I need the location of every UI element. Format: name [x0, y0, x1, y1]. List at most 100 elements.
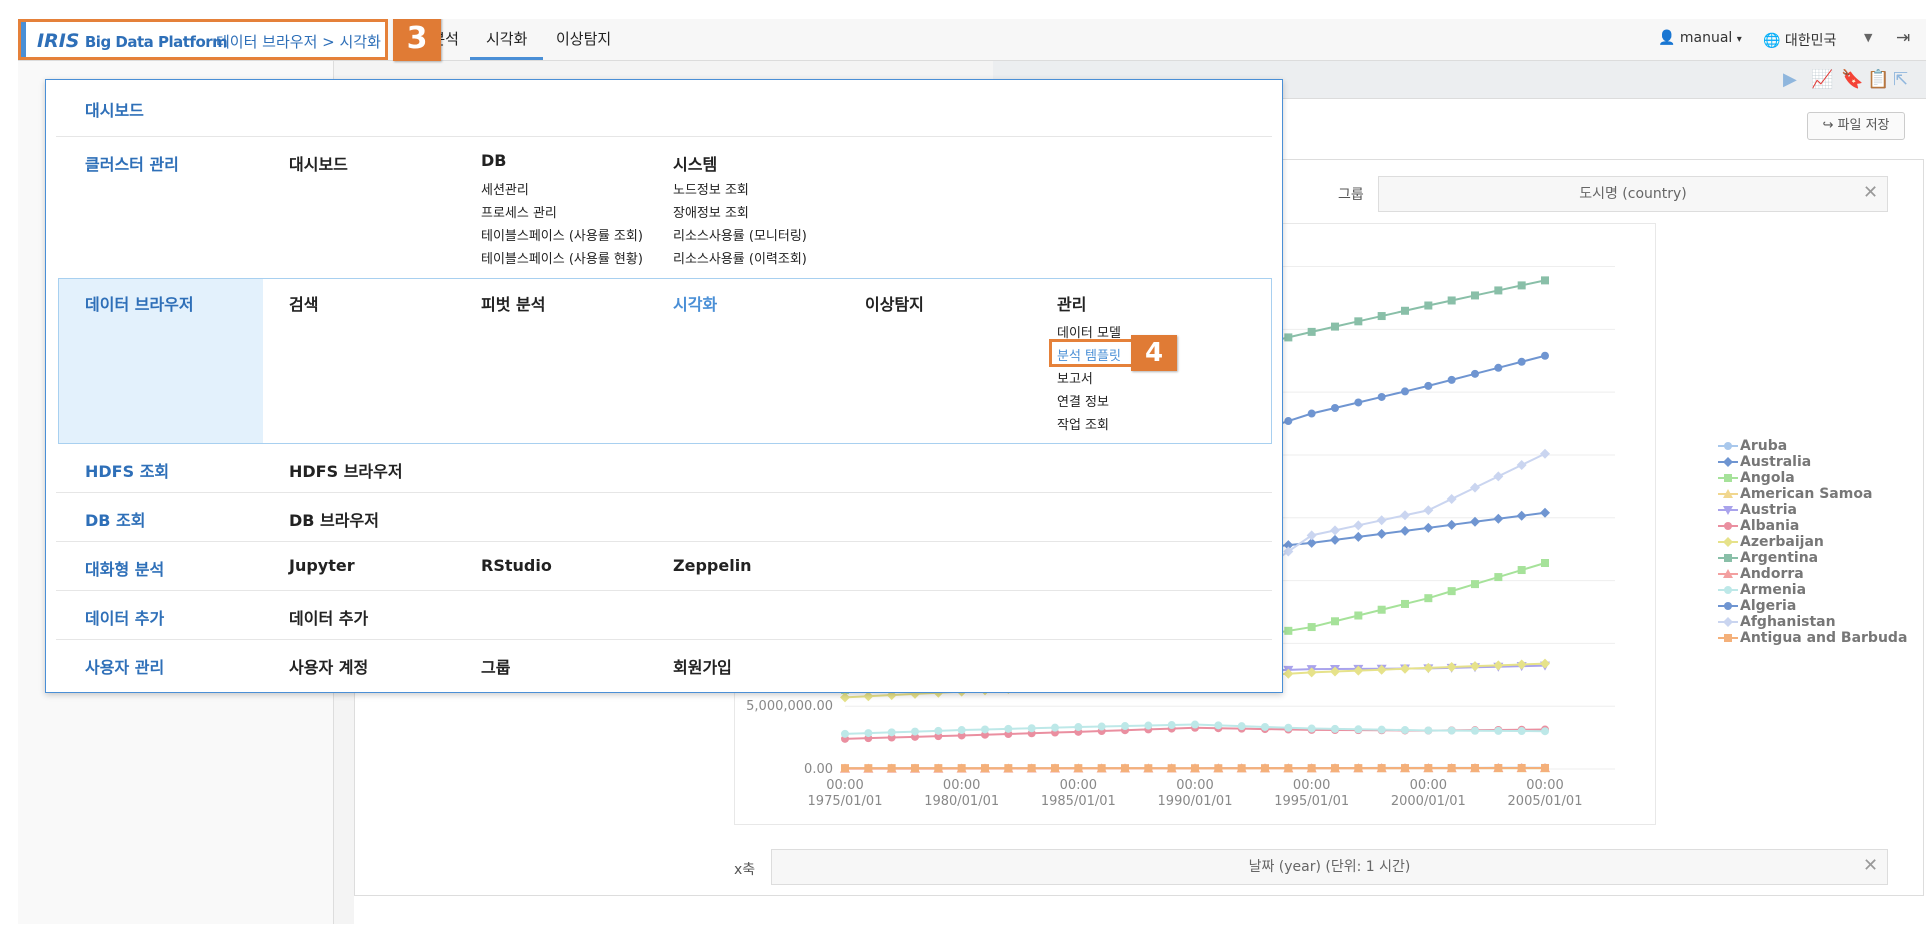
data-point[interactable] — [1121, 764, 1129, 773]
menu-db-visualization[interactable]: 시각화 — [673, 291, 717, 315]
data-point[interactable] — [1493, 660, 1504, 671]
data-point[interactable] — [1027, 724, 1036, 733]
data-point[interactable] — [1541, 763, 1549, 772]
data-point[interactable] — [1284, 333, 1293, 342]
data-point[interactable] — [1494, 764, 1503, 773]
close-icon[interactable]: ✕ — [1863, 855, 1878, 876]
data-point[interactable] — [1516, 659, 1527, 670]
data-point[interactable] — [1471, 291, 1479, 300]
data-point[interactable] — [981, 764, 989, 773]
menu-adddata[interactable]: 데이터 추가 — [289, 605, 368, 629]
data-point[interactable] — [1074, 764, 1083, 773]
data-point[interactable] — [1541, 276, 1549, 285]
data-point[interactable] — [1517, 357, 1526, 366]
data-point[interactable] — [1027, 764, 1036, 773]
data-point[interactable] — [1331, 764, 1339, 773]
menu-sub-tablespace-status[interactable]: 테이블스페이스 (사용률 현황) — [481, 248, 643, 267]
menu-db-browser[interactable]: DB 브라우저 — [289, 507, 379, 531]
data-point[interactable] — [934, 726, 943, 735]
menu-interactive-head[interactable]: 대화형 분석 — [85, 556, 164, 580]
data-point[interactable] — [1494, 286, 1503, 295]
data-point[interactable] — [1191, 720, 1199, 729]
data-point[interactable] — [1214, 764, 1223, 773]
data-point[interactable] — [1237, 764, 1246, 773]
data-point[interactable] — [1167, 764, 1176, 773]
menu-zeppelin[interactable]: Zeppelin — [673, 556, 752, 575]
data-point[interactable] — [1353, 520, 1364, 531]
data-point[interactable] — [911, 764, 919, 773]
data-point[interactable] — [1004, 764, 1013, 773]
data-point[interactable] — [1331, 322, 1339, 331]
clipboard-icon[interactable]: 📋 — [1867, 69, 1889, 90]
data-point[interactable] — [1447, 375, 1456, 384]
data-point[interactable] — [1446, 493, 1457, 504]
menu-sub-fault-info[interactable]: 장애정보 조회 — [673, 202, 749, 221]
data-point[interactable] — [1424, 381, 1433, 390]
menu-cluster-system[interactable]: 시스템 — [673, 151, 717, 175]
data-point[interactable] — [1470, 482, 1480, 493]
data-point[interactable] — [1493, 471, 1504, 482]
data-point[interactable] — [1377, 392, 1386, 401]
region-menu[interactable]: 🌐 대한민국 — [1763, 30, 1836, 50]
menu-db-anomaly[interactable]: 이상탐지 — [865, 291, 924, 315]
data-point[interactable] — [957, 726, 966, 735]
data-point[interactable] — [1354, 611, 1363, 620]
menu-sub-report[interactable]: 보고서 — [1057, 368, 1093, 387]
data-point[interactable] — [1446, 519, 1457, 530]
user-menu[interactable]: 👤 manual ▾ — [1658, 30, 1742, 46]
data-point[interactable] — [934, 764, 943, 773]
data-point[interactable] — [1144, 764, 1153, 773]
data-point[interactable] — [1516, 460, 1527, 471]
logo-breadcrumb-box[interactable]: IRIS Big Data Platform 데이터 브라우저 > 시각화 — [18, 19, 388, 60]
close-icon[interactable]: ✕ — [1863, 182, 1878, 203]
menu-databrowser-head[interactable]: 데이터 브라우저 — [85, 291, 194, 315]
menu-sub-process[interactable]: 프로세스 관리 — [481, 202, 557, 221]
data-point[interactable] — [1423, 522, 1434, 533]
data-point[interactable] — [957, 764, 966, 773]
data-point[interactable] — [1494, 573, 1503, 582]
menu-cluster-db[interactable]: DB — [481, 151, 506, 170]
chevron-down-icon[interactable]: ▼ — [1864, 31, 1872, 44]
data-point[interactable] — [1424, 764, 1433, 773]
data-point[interactable] — [1331, 403, 1339, 412]
menu-sub-resource-monitor[interactable]: 리소스사용률 (모니터링) — [673, 225, 807, 244]
data-point[interactable] — [1097, 722, 1106, 731]
data-point[interactable] — [841, 764, 849, 773]
data-point[interactable] — [1376, 528, 1387, 539]
data-point[interactable] — [1401, 764, 1409, 773]
data-point[interactable] — [1400, 510, 1410, 521]
data-point[interactable] — [1051, 723, 1059, 732]
bookmark-icon[interactable]: 🔖 — [1841, 69, 1863, 90]
menu-signup[interactable]: 회원가입 — [673, 654, 732, 678]
data-point[interactable] — [1097, 764, 1106, 773]
data-point[interactable] — [1400, 525, 1410, 536]
data-point[interactable] — [1284, 723, 1293, 732]
data-point[interactable] — [1401, 599, 1409, 608]
data-point[interactable] — [1540, 507, 1550, 518]
data-point[interactable] — [1237, 722, 1246, 731]
data-point[interactable] — [1214, 721, 1223, 730]
data-point[interactable] — [1307, 623, 1316, 632]
data-point[interactable] — [1004, 724, 1013, 733]
menu-cluster-dashboard[interactable]: 대시보드 — [289, 151, 348, 175]
data-point[interactable] — [1540, 448, 1550, 459]
menu-dashboard[interactable]: 대시보드 — [85, 97, 144, 121]
nav-anomaly[interactable]: 이상탐지 — [556, 19, 611, 60]
data-point[interactable] — [1517, 566, 1526, 575]
data-point[interactable] — [887, 764, 896, 773]
menu-sub-session[interactable]: 세션관리 — [481, 179, 529, 198]
data-point[interactable] — [1494, 363, 1503, 372]
data-point[interactable] — [1191, 764, 1199, 773]
menu-sub-resource-history[interactable]: 리소스사용률 (이력조회) — [673, 248, 807, 267]
line-chart-icon[interactable]: 📈 — [1811, 69, 1833, 90]
data-point[interactable] — [1307, 724, 1316, 733]
data-point[interactable] — [1493, 513, 1504, 524]
menu-db-search[interactable]: 검색 — [289, 291, 318, 315]
data-point[interactable] — [841, 729, 849, 738]
menu-user-accounts[interactable]: 사용자 계정 — [289, 654, 368, 678]
data-point[interactable] — [1446, 662, 1457, 673]
data-point[interactable] — [1377, 764, 1386, 773]
data-point[interactable] — [1284, 417, 1293, 426]
data-point[interactable] — [1424, 594, 1433, 603]
data-point[interactable] — [1401, 726, 1409, 735]
